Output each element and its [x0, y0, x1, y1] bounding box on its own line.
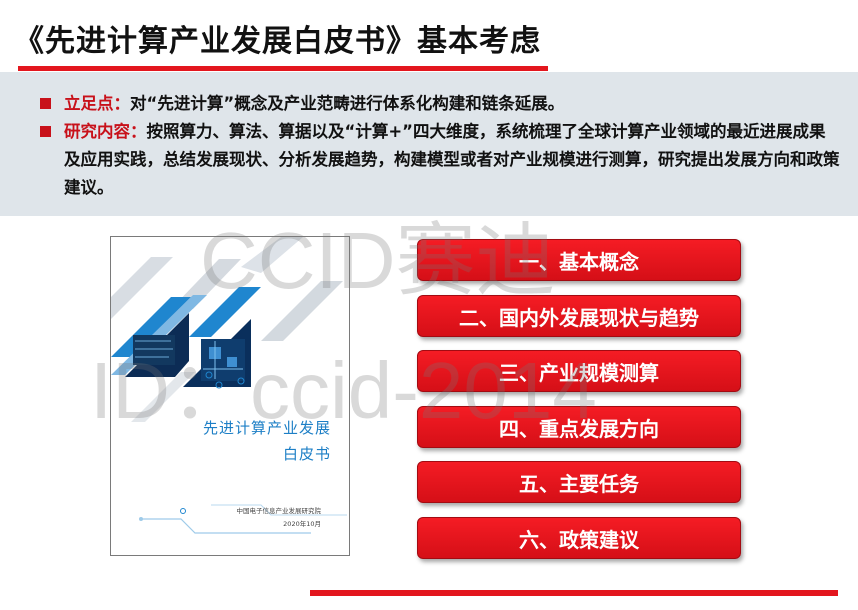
section-button-3[interactable]: 三、产业规模测算 [417, 350, 741, 392]
bullet-square-icon [40, 126, 51, 137]
bullet-text: 按照算力、算法、算据以及“计算+”四大维度，系统梳理了全球计算产业领域的最近进展… [64, 122, 840, 197]
section-button-6[interactable]: 六、政策建议 [417, 517, 741, 559]
cover-title: 先进计算产业发展 白皮书 [111, 415, 331, 467]
cover-title-line1: 先进计算产业发展 [202, 419, 331, 437]
section-button-2[interactable]: 二、国内外发展现状与趋势 [417, 295, 741, 337]
bullet-text: 对“先进计算”概念及产业范畴进行体系化构建和链条延展。 [130, 94, 565, 113]
cover-title-line2: 白皮书 [282, 445, 331, 463]
page-title: 《先进计算产业发展白皮书》基本考虑 [14, 24, 541, 59]
section-button-5[interactable]: 五、主要任务 [417, 461, 741, 503]
bullet-research: 研究内容：按照算力、算法、算据以及“计算+”四大维度，系统梳理了全球计算产业领域… [40, 118, 840, 202]
bullet-square-icon [40, 98, 51, 109]
cover-date: 2020年10月 [283, 520, 321, 528]
section-button-1[interactable]: 一、基本概念 [417, 239, 741, 281]
bullet-key: 立足点： [64, 94, 130, 113]
whitepaper-cover-image: 先进计算产业发展 白皮书 中国电子信息产业发展研究院 2020年10月 [110, 236, 350, 556]
bullet-standpoint: 立足点：对“先进计算”概念及产业范畴进行体系化构建和链条延展。 [40, 90, 840, 118]
bottom-rule [310, 590, 838, 596]
bullet-key: 研究内容： [64, 122, 147, 141]
section-button-4[interactable]: 四、重点发展方向 [417, 406, 741, 448]
cover-publisher: 中国电子信息产业发展研究院 2020年10月 [171, 505, 322, 531]
info-box: 立足点：对“先进计算”概念及产业范畴进行体系化构建和链条延展。 研究内容：按照算… [0, 72, 858, 216]
title-underline [18, 66, 548, 71]
cover-org-name: 中国电子信息产业发展研究院 [236, 507, 322, 515]
